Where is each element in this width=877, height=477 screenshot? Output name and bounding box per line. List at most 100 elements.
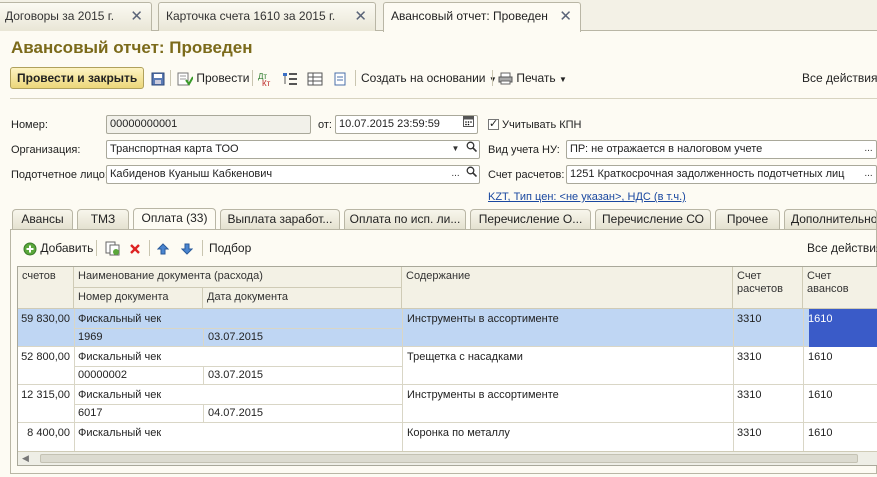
all-actions-menu[interactable]: Все действия ▼ — [802, 67, 877, 89]
calendar-icon[interactable] — [461, 116, 476, 133]
settlement-account-label: Счет расчетов: — [488, 169, 565, 181]
tab-salary-payment[interactable]: Выплата заработ... — [220, 209, 340, 229]
number-field[interactable]: 00000000001 — [106, 115, 311, 134]
settlement-account-cell: 3310 — [737, 313, 762, 325]
amount-cell: 8 400,00 — [27, 427, 70, 439]
date-field[interactable]: 10.07.2015 23:59:59 — [335, 115, 478, 134]
doc-name-cell: Фискальный чек — [78, 389, 162, 401]
organization-field[interactable]: Транспортная карта ТОО ▼ — [106, 140, 480, 159]
settlement-account-cell: 3310 — [737, 389, 762, 401]
doc-name-cell: Фискальный чек — [78, 427, 162, 439]
select-ellipsis-icon[interactable]: ... — [861, 141, 876, 158]
column-header-doc-name[interactable]: Наименование документа (расхода) — [74, 267, 402, 288]
tab-other[interactable]: Прочее — [715, 209, 780, 229]
svg-text:Кт: Кт — [262, 79, 271, 87]
tab-additional[interactable]: Дополнительно — [784, 209, 877, 229]
tab-payment[interactable]: Оплата (33) — [133, 208, 216, 230]
move-down-icon[interactable] — [181, 237, 193, 259]
grid-all-actions-menu[interactable]: Все действия ▼ — [807, 237, 877, 259]
select-ellipsis-icon[interactable]: ... — [861, 166, 876, 183]
dropdown-arrow-icon[interactable]: ▼ — [448, 141, 463, 158]
copy-icon[interactable] — [105, 237, 120, 259]
close-icon[interactable]: ✕ — [130, 3, 143, 30]
advance-account-cell: 1610 — [808, 389, 833, 401]
amount-cell: 59 830,00 — [21, 313, 70, 325]
post-button[interactable]: Провести — [177, 67, 249, 89]
save-icon[interactable] — [151, 67, 165, 89]
window-tab-contracts[interactable]: Договоры за 2015 г. ✕ — [0, 2, 152, 31]
tab-tmz[interactable]: ТМЗ — [77, 209, 129, 229]
table-row[interactable]: 52 800,00 Фискальный чек 00000002 03.07.… — [18, 347, 877, 385]
window-tab-account-card[interactable]: Карточка счета 1610 за 2015 г. ✕ — [158, 2, 376, 31]
delete-icon[interactable] — [129, 237, 141, 259]
selection-button[interactable]: Подбор — [209, 237, 251, 259]
all-actions-label: Все действия — [802, 71, 877, 85]
number-label: Номер: — [11, 119, 48, 131]
amount-cell: 12 315,00 — [21, 389, 70, 401]
dt-kt-icon[interactable]: Дт Кт — [258, 67, 274, 89]
window-tab-bar: Договоры за 2015 г. ✕ Карточка счета 161… — [0, 0, 877, 32]
create-based-on-label: Создать на основании — [361, 71, 486, 85]
doc-name-cell: Фискальный чек — [78, 351, 162, 363]
column-header-settlement-account[interactable]: Счет расчетов — [733, 267, 803, 309]
register-icon[interactable] — [307, 67, 323, 89]
column-header-advance-account[interactable]: Счет авансов — [803, 267, 877, 309]
add-icon — [23, 242, 37, 256]
advance-account-cell: 1610 — [808, 351, 833, 363]
scroll-left-icon[interactable]: ◀ — [22, 453, 29, 464]
tab-advances[interactable]: Авансы — [12, 209, 73, 229]
table-row[interactable]: 59 830,00 Фискальный чек 1969 03.07.2015… — [18, 309, 877, 347]
organization-value: Транспортная карта ТОО — [110, 143, 239, 155]
select-ellipsis-icon[interactable]: ... — [448, 166, 463, 183]
close-icon[interactable]: ✕ — [559, 3, 572, 30]
settlement-account-field[interactable]: 1251 Краткосрочная задолженность подотче… — [566, 165, 877, 184]
window-tab-label: Авансовый отчет: Проведен — [391, 9, 548, 23]
nu-type-field[interactable]: ПР: не отражается в налоговом учете ... — [566, 140, 877, 159]
column-header-amount[interactable]: счетов — [18, 267, 74, 309]
settlement-account-cell: 3310 — [737, 427, 762, 439]
tab-writ-payment[interactable]: Оплата по исп. ли... — [344, 209, 466, 229]
date-value: 10.07.2015 23:59:59 — [339, 118, 440, 130]
column-header-doc-number[interactable]: Номер документа — [74, 288, 203, 309]
accountable-person-value: Кабиденов Куаныш Кабкенович — [110, 168, 273, 180]
advance-account-cell: 1610 — [808, 313, 833, 325]
accountable-person-field[interactable]: Кабиденов Куаныш Кабкенович ... — [106, 165, 480, 184]
add-button[interactable]: Добавить — [23, 237, 93, 259]
doc-number-cell: 1969 — [78, 331, 103, 343]
nu-type-value: ПР: не отражается в налоговом учете — [570, 143, 763, 155]
checkbox-checked-icon — [488, 117, 499, 130]
search-icon[interactable] — [464, 166, 479, 183]
print-label: Печать — [516, 71, 556, 85]
column-header-content[interactable]: Содержание — [402, 267, 733, 309]
doc-date-cell: 03.07.2015 — [208, 331, 264, 343]
move-up-icon[interactable] — [157, 237, 169, 259]
tab-transfer-so[interactable]: Перечисление СО — [595, 209, 711, 229]
window-tab-advance-report[interactable]: Авансовый отчет: Проведен ✕ — [383, 2, 581, 32]
post-and-close-button[interactable]: Провести и закрыть — [10, 67, 145, 89]
search-icon[interactable] — [464, 141, 479, 158]
accountable-person-label: Подотчетное лицо: — [11, 169, 108, 181]
price-type-link[interactable]: KZT, Тип цен: <не указан>, НДС (в т.ч.) — [488, 191, 686, 203]
structure-icon[interactable] — [282, 67, 298, 89]
print-menu[interactable]: Печать ▼ — [498, 67, 567, 89]
payment-panel: Добавить Подбор Все действия ▼ счетов На… — [10, 229, 877, 474]
doc-date-cell: 04.07.2015 — [208, 407, 264, 419]
advance-account-cell: 1610 — [808, 427, 833, 439]
document-icon[interactable] — [333, 67, 347, 89]
divider — [10, 98, 877, 99]
column-header-doc-date[interactable]: Дата документа — [203, 288, 402, 309]
content-cell: Инструменты в ассортименте — [407, 389, 559, 401]
doc-name-cell: Фискальный чек — [78, 313, 162, 325]
scrollbar-thumb[interactable] — [40, 454, 858, 463]
tab-transfer-o[interactable]: Перечисление О... — [470, 209, 591, 229]
kpn-checkbox[interactable]: Учитывать КПН — [488, 117, 582, 131]
doc-number-cell: 00000002 — [78, 369, 127, 381]
horizontal-scrollbar[interactable]: ◀ — [18, 451, 877, 465]
post-icon — [177, 72, 193, 86]
grid-toolbar: Добавить Подбор Все действия ▼ — [11, 230, 877, 264]
close-icon[interactable]: ✕ — [354, 3, 367, 30]
post-button-label: Провести — [196, 71, 250, 85]
create-based-on-menu[interactable]: Создать на основании ▼ — [361, 67, 497, 89]
add-button-label: Добавить — [40, 241, 94, 255]
table-row[interactable]: 12 315,00 Фискальный чек 6017 04.07.2015… — [18, 385, 877, 423]
